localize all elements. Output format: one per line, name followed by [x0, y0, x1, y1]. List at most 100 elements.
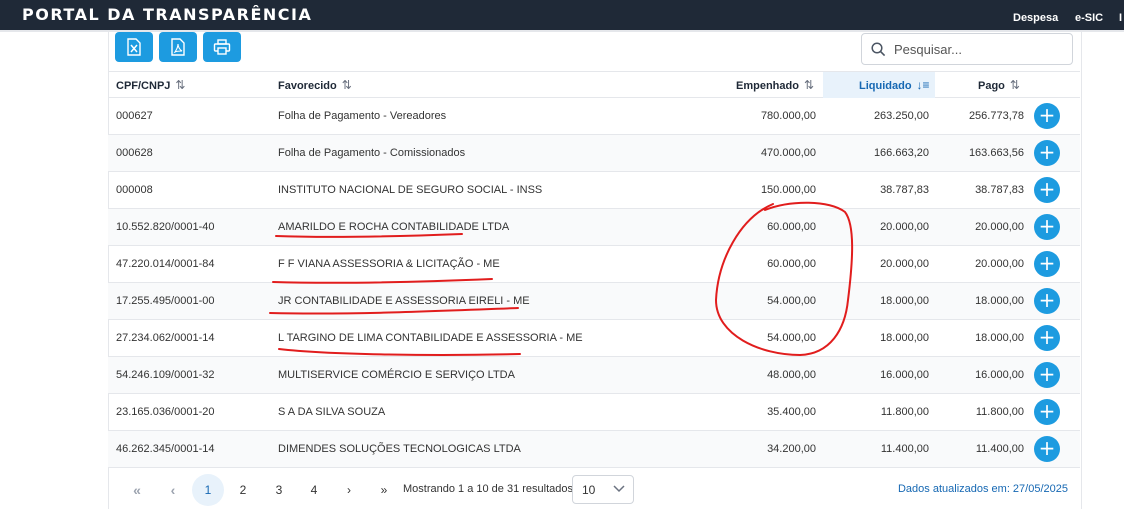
- nav-item-cut[interactable]: I: [1119, 12, 1122, 24]
- cell-liquidado: 38.787,83: [880, 184, 929, 196]
- cell-pago: 20.000,00: [975, 221, 1024, 233]
- table-row: 46.262.345/0001-14 DIMENDES SOLUÇÕES TEC…: [108, 431, 1080, 468]
- cell-cpf: 23.165.036/0001-20: [116, 406, 215, 418]
- col-header-empenhado[interactable]: Empenhado ⇅: [736, 72, 814, 98]
- col-header-cpf[interactable]: CPF/CNPJ ⇅: [116, 72, 185, 98]
- print-icon: [213, 39, 231, 55]
- cell-liquidado: 166.663,20: [873, 147, 929, 159]
- pdf-export-icon: [171, 38, 185, 56]
- page-size-select[interactable]: 10: [572, 475, 634, 504]
- cell-pago: 38.787,83: [975, 184, 1024, 196]
- last-page-button[interactable]: »: [368, 474, 400, 506]
- page-1-button[interactable]: 1: [192, 474, 224, 506]
- cell-favorecido: L TARGINO DE LIMA CONTABILIDADE E ASSESS…: [278, 332, 583, 344]
- cell-favorecido: Folha de Pagamento - Comissionados: [278, 147, 466, 159]
- export-excel-button[interactable]: [115, 32, 153, 62]
- cell-empenhado: 35.400,00: [767, 406, 816, 418]
- page-size-value: 10: [582, 483, 596, 497]
- table-row: 27.234.062/0001-14 L TARGINO DE LIMA CON…: [108, 320, 1080, 357]
- cell-liquidado: 20.000,00: [880, 258, 929, 270]
- table-row: 000628 Folha de Pagamento - Comissionado…: [108, 135, 1080, 172]
- col-header-favorecido[interactable]: Favorecido ⇅: [278, 72, 352, 98]
- cell-cpf: 46.262.345/0001-14: [116, 443, 215, 455]
- cell-cpf: 000627: [116, 110, 153, 122]
- cell-empenhado: 54.000,00: [767, 332, 816, 344]
- cell-liquidado: 20.000,00: [880, 221, 929, 233]
- data-updated-label: Dados atualizados em: 27/05/2025: [897, 483, 1068, 495]
- page-3-button[interactable]: 3: [263, 474, 295, 506]
- col-label-cpf: CPF/CNPJ: [116, 80, 171, 92]
- expand-row-button[interactable]: +: [1034, 251, 1060, 277]
- expand-row-button[interactable]: +: [1034, 140, 1060, 166]
- next-page-button[interactable]: ›: [333, 474, 365, 506]
- expand-row-button[interactable]: +: [1034, 399, 1060, 425]
- table-header: CPF/CNPJ ⇅ Favorecido ⇅ Empenhado ⇅ Liquida…: [108, 71, 1080, 98]
- table-row: 47.220.014/0001-84 F F VIANA ASSESSORIA …: [108, 246, 1080, 283]
- col-header-liquidado[interactable]: Liquidado ↓≡: [823, 72, 935, 98]
- page-4-button[interactable]: 4: [298, 474, 330, 506]
- cell-empenhado: 48.000,00: [767, 369, 816, 381]
- cell-liquidado: 18.000,00: [880, 332, 929, 344]
- nav-esic[interactable]: e-SIC: [1075, 12, 1103, 24]
- expand-row-button[interactable]: +: [1034, 214, 1060, 240]
- cell-cpf: 000628: [116, 147, 153, 159]
- table-row: 54.246.109/0001-32 MULTISERVICE COMÉRCIO…: [108, 357, 1080, 394]
- table-row: 10.552.820/0001-40 AMARILDO E ROCHA CONT…: [108, 209, 1080, 246]
- cell-cpf: 10.552.820/0001-40: [116, 221, 215, 233]
- sort-desc-icon: ↓≡: [916, 78, 930, 92]
- col-label-empenhado: Empenhado: [736, 80, 799, 92]
- cell-favorecido: S A DA SILVA SOUZA: [278, 406, 386, 418]
- expand-row-button[interactable]: +: [1034, 177, 1060, 203]
- cell-favorecido: Folha de Pagamento - Vereadores: [278, 110, 447, 122]
- cell-liquidado: 11.800,00: [880, 406, 929, 418]
- table-row: 000008 INSTITUTO NACIONAL DE SEGURO SOCI…: [108, 172, 1080, 209]
- top-bar: PORTAL DA TRANSPARÊNCIA Despesa e-SIC I: [0, 0, 1124, 30]
- nav-despesa[interactable]: Despesa: [1013, 12, 1058, 24]
- search-box[interactable]: [861, 33, 1073, 65]
- first-page-button[interactable]: «: [121, 474, 153, 506]
- cell-favorecido: JR CONTABILIDADE E ASSESSORIA EIRELI - M…: [278, 295, 530, 307]
- cell-cpf: 000008: [116, 184, 153, 196]
- cell-cpf: 27.234.062/0001-14: [116, 332, 215, 344]
- search-icon: [871, 42, 886, 57]
- cell-cpf: 17.255.495/0001-00: [116, 295, 215, 307]
- cell-cpf: 54.246.109/0001-32: [116, 369, 215, 381]
- sort-icon: ⇅: [341, 78, 352, 92]
- cell-favorecido: DIMENDES SOLUÇÕES TECNOLOGICAS LTDA: [278, 443, 521, 455]
- expand-row-button[interactable]: +: [1034, 288, 1060, 314]
- expand-row-button[interactable]: +: [1034, 103, 1060, 129]
- cell-pago: 16.000,00: [975, 369, 1024, 381]
- portal-title[interactable]: PORTAL DA TRANSPARÊNCIA: [22, 5, 312, 24]
- expand-row-button[interactable]: +: [1034, 436, 1060, 462]
- cell-empenhado: 34.200,00: [767, 443, 816, 455]
- excel-export-icon: [127, 38, 141, 56]
- expand-row-button[interactable]: +: [1034, 325, 1060, 351]
- col-label-pago: Pago: [978, 80, 1005, 92]
- results-summary: Mostrando 1 a 10 de 31 resultados: [403, 483, 574, 495]
- sort-icon: ⇅: [175, 78, 186, 92]
- page-2-button[interactable]: 2: [227, 474, 259, 506]
- col-label-favorecido: Favorecido: [278, 80, 337, 92]
- cell-empenhado: 54.000,00: [767, 295, 816, 307]
- cell-liquidado: 263.250,00: [873, 110, 929, 122]
- cell-pago: 163.663,56: [968, 147, 1024, 159]
- print-button[interactable]: [203, 32, 241, 62]
- col-header-pago[interactable]: Pago ⇅: [978, 72, 1020, 98]
- expand-row-button[interactable]: +: [1034, 362, 1060, 388]
- chevron-down-icon: [613, 485, 625, 493]
- table-row: 000627 Folha de Pagamento - Vereadores 7…: [108, 98, 1080, 135]
- cell-cpf: 47.220.014/0001-84: [116, 258, 215, 270]
- cell-pago: 256.773,78: [968, 110, 1024, 122]
- cell-pago: 20.000,00: [975, 258, 1024, 270]
- search-input[interactable]: [894, 40, 1064, 58]
- cell-pago: 11.400,00: [975, 443, 1024, 455]
- export-pdf-button[interactable]: [159, 32, 197, 62]
- table-row: 17.255.495/0001-00 JR CONTABILIDADE E AS…: [108, 283, 1080, 320]
- sort-icon: ⇅: [1009, 78, 1020, 92]
- cell-pago: 11.800,00: [975, 406, 1024, 418]
- prev-page-button[interactable]: ‹: [157, 474, 189, 506]
- col-label-liquidado: Liquidado: [859, 80, 912, 92]
- cell-empenhado: 150.000,00: [760, 184, 816, 196]
- cell-favorecido: AMARILDO E ROCHA CONTABILIDADE LTDA: [278, 221, 510, 233]
- cell-empenhado: 470.000,00: [760, 147, 816, 159]
